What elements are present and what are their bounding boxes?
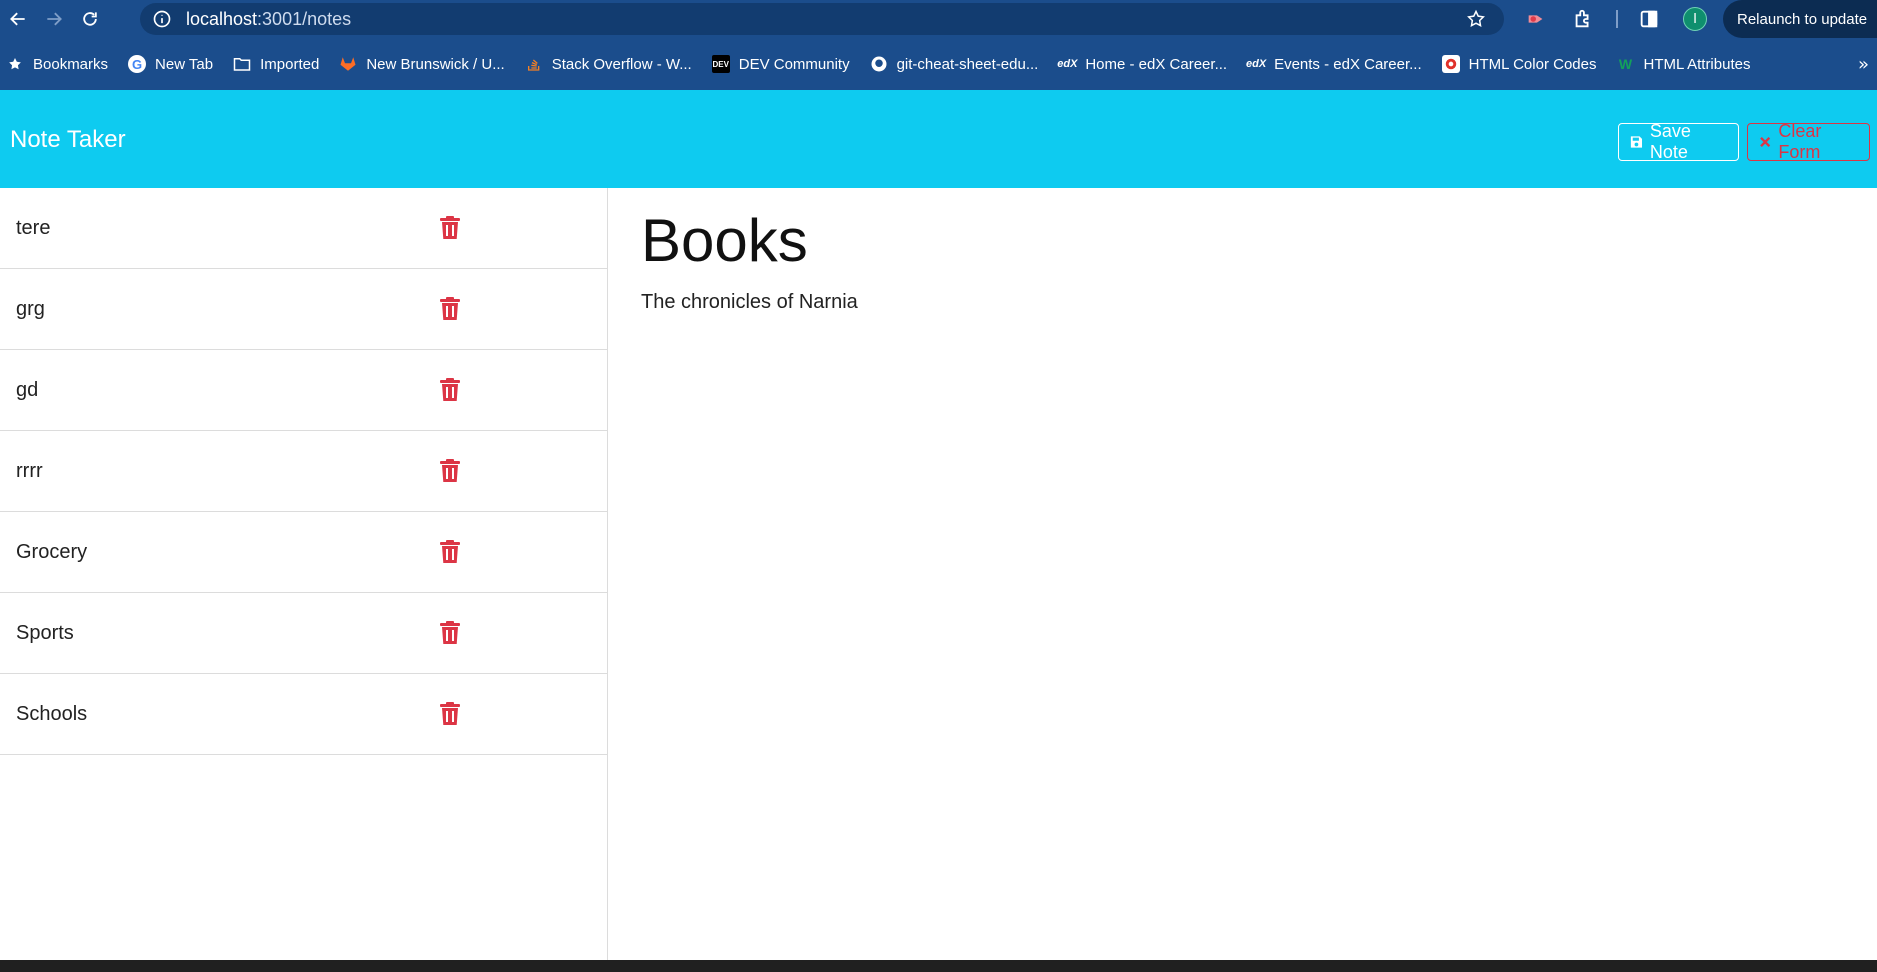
bookmarks-bar: Bookmarks G New Tab Imported New Brunswi…: [0, 38, 1877, 90]
bookmark-item-edx-events[interactable]: edX Events - edX Career...: [1245, 55, 1422, 73]
note-list-title: grg: [16, 297, 45, 320]
folder-icon: [233, 55, 251, 73]
note-list-item[interactable]: tere: [0, 188, 607, 269]
url-text: localhost:3001/notes: [186, 8, 352, 29]
browser-toolbar: localhost:3001/notes I Relaunch to updat…: [0, 0, 1877, 38]
bookmark-label: HTML Attributes: [1643, 55, 1751, 73]
trash-icon[interactable]: [440, 378, 460, 402]
stackoverflow-icon: [525, 55, 543, 73]
bookmark-item-edx-home[interactable]: edX Home - edX Career...: [1057, 55, 1228, 73]
bookmark-label: DEV Community: [738, 55, 850, 73]
save-note-button[interactable]: Save Note: [1618, 121, 1739, 162]
bookmark-label: New Tab: [155, 55, 214, 73]
trash-icon[interactable]: [440, 702, 460, 726]
star-icon: [6, 55, 24, 73]
bookmark-item-bookmarks[interactable]: Bookmarks: [6, 55, 108, 73]
bookmark-label: Imported: [260, 55, 320, 73]
edx-icon: edX: [1245, 58, 1267, 70]
bookmark-item-new-tab[interactable]: G New Tab: [128, 55, 213, 73]
edx-icon: edX: [1057, 58, 1078, 70]
note-list-item[interactable]: rrrr: [0, 431, 607, 512]
note-list-title: Sports: [16, 621, 74, 644]
extension-media-icon[interactable]: [1525, 8, 1547, 30]
trash-icon[interactable]: [440, 216, 460, 240]
site-info-icon[interactable]: [152, 9, 172, 29]
note-list-title: Grocery: [16, 540, 88, 563]
bookmark-label: Events - edX Career...: [1274, 55, 1422, 73]
note-title-input[interactable]: Books: [641, 206, 808, 275]
note-list-title: gd: [16, 378, 39, 401]
bookmark-label: HTML Color Codes: [1468, 55, 1597, 73]
bookmark-item-html-color-codes[interactable]: HTML Color Codes: [1441, 55, 1597, 73]
bookmark-item-html-attributes[interactable]: W HTML Attributes: [1616, 55, 1751, 73]
save-note-label: Save Note: [1649, 121, 1691, 162]
bookmark-label: New Brunswick / U...: [366, 55, 505, 73]
trash-icon[interactable]: [440, 459, 460, 483]
reload-icon: [83, 12, 97, 26]
trash-icon[interactable]: [440, 540, 460, 564]
bookmark-item-imported[interactable]: Imported: [233, 55, 319, 73]
app-navbar: Note Taker Save Note Clear Form: [0, 90, 1877, 188]
bookmark-item-git-cheat-sheet[interactable]: git-cheat-sheet-edu...: [870, 55, 1039, 73]
trash-icon[interactable]: [440, 621, 460, 645]
bookmark-label: Bookmarks: [33, 55, 109, 73]
clear-form-label: Clear Form: [1778, 121, 1822, 162]
bookmark-item-dev-community[interactable]: DEV DEV Community: [711, 55, 850, 73]
note-list-item[interactable]: Grocery: [0, 512, 607, 593]
os-taskbar: [0, 960, 1877, 972]
notes-list: tere grg gd rrrr Grocery Sports Schools: [0, 188, 608, 960]
bookmarks-overflow-icon[interactable]: »: [1858, 54, 1869, 75]
bookmark-item-new-brunswick[interactable]: New Brunswick / U...: [339, 55, 505, 73]
app-title[interactable]: Note Taker: [10, 126, 126, 154]
relaunch-button[interactable]: Relaunch to update: [1723, 0, 1877, 38]
github-icon: [870, 55, 888, 73]
colorcodes-icon: [1441, 55, 1460, 73]
trash-icon[interactable]: [440, 297, 460, 321]
bookmark-label: git-cheat-sheet-edu...: [896, 55, 1039, 73]
note-editor: Books The chronicles of Narnia: [608, 188, 1877, 960]
bookmark-star-icon[interactable]: [1466, 9, 1486, 29]
note-list-item[interactable]: gd: [0, 350, 607, 431]
side-panel-icon[interactable]: [1638, 8, 1660, 30]
bookmark-item-stack-overflow[interactable]: Stack Overflow - W...: [525, 55, 692, 73]
note-text-input[interactable]: The chronicles of Narnia: [641, 291, 858, 314]
note-list-title: tere: [16, 216, 51, 239]
bookmark-label: Stack Overflow - W...: [551, 55, 692, 73]
reload-button[interactable]: [72, 0, 108, 38]
note-list-title: Schools: [16, 702, 88, 725]
dev-icon: DEV: [711, 55, 730, 73]
back-arrow-icon: [10, 12, 25, 26]
google-icon: G: [128, 55, 147, 73]
address-bar[interactable]: localhost:3001/notes: [140, 3, 1504, 35]
extensions-icon[interactable]: [1572, 8, 1594, 30]
forward-arrow-icon: [47, 12, 62, 26]
save-icon: [1630, 136, 1643, 148]
profile-avatar[interactable]: I: [1683, 7, 1707, 31]
forward-button[interactable]: [36, 0, 72, 38]
note-list-item[interactable]: Sports: [0, 593, 607, 674]
clear-form-button[interactable]: Clear Form: [1747, 121, 1870, 162]
back-button[interactable]: [0, 0, 36, 38]
gitlab-icon: [339, 55, 357, 73]
close-icon: [1760, 136, 1771, 148]
w-icon: W: [1618, 56, 1633, 72]
toolbar-divider: [1616, 10, 1618, 28]
note-list-item[interactable]: grg: [0, 269, 607, 350]
note-list-title: rrrr: [16, 459, 43, 482]
note-list-item[interactable]: Schools: [0, 674, 607, 755]
bookmark-label: Home - edX Career...: [1085, 55, 1228, 73]
